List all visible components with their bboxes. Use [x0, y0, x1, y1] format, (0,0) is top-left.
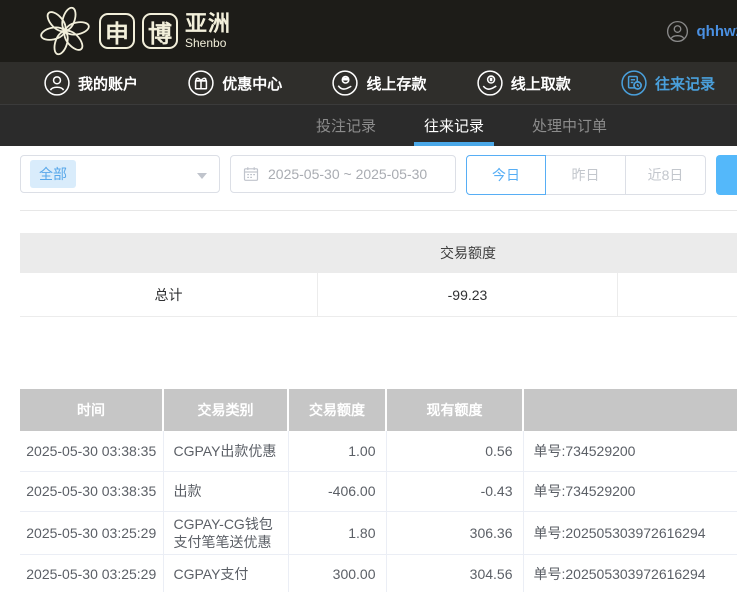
summary-total-label: 总计	[20, 273, 318, 316]
yesterday-button[interactable]: 昨日	[546, 155, 626, 195]
nav-item-withdraw[interactable]: 线上取款	[477, 70, 571, 96]
deposit-icon	[332, 70, 358, 96]
summary-table: 交易额度 总计 -99.23	[20, 233, 737, 317]
brand-wordmark: 亚洲 Shenbo	[185, 13, 231, 49]
tab-transaction-records[interactable]: 往来记录	[418, 105, 490, 146]
nav-label: 我的账户	[78, 73, 138, 94]
cell-summary: 单号:734529200	[523, 471, 737, 511]
cell-balance: -0.43	[386, 471, 523, 511]
section-divider	[20, 210, 737, 211]
user-avatar-icon	[666, 20, 689, 43]
cell-amount: 1.80	[288, 511, 386, 554]
brand-flower-icon	[38, 4, 92, 58]
col-header-type: 交易类别	[163, 389, 288, 431]
nav-label: 线上存款	[366, 73, 426, 94]
nav-item-promotions[interactable]: 优惠中心	[188, 70, 282, 96]
last-8-days-button[interactable]: 近8日	[626, 155, 706, 195]
chevron-down-icon	[197, 173, 207, 179]
brand-region-text: 亚洲	[185, 13, 231, 35]
filter-bar: 全部 2025-05-30 ~ 2025-05-30 今日 昨日 近8日	[0, 146, 737, 210]
cell-time: 2025-05-30 03:25:29	[20, 554, 163, 592]
col-header-amount: 交易额度	[288, 389, 386, 431]
account-icon	[44, 70, 70, 96]
nav-item-deposit[interactable]: 线上存款	[332, 70, 426, 96]
col-header-time: 时间	[20, 389, 163, 431]
gift-icon	[188, 70, 214, 96]
top-header: 申 博 亚洲 Shenbo qhhw2	[0, 0, 737, 62]
cell-balance: 306.36	[386, 511, 523, 554]
cell-amount: 300.00	[288, 554, 386, 592]
cell-balance: 304.56	[386, 554, 523, 592]
summary-total-row: 总计 -99.23	[20, 273, 737, 317]
summary-header-row: 交易额度	[20, 233, 737, 273]
col-header-summary: 摘要	[523, 389, 737, 431]
summary-empty-cell	[618, 273, 737, 316]
cell-amount: 1.00	[288, 431, 386, 471]
brand-char-bo: 博	[142, 13, 178, 49]
table-row: 2025-05-30 03:38:35 CGPAY出款优惠 1.00 0.56 …	[20, 431, 737, 471]
nav-item-my-account[interactable]: 我的账户	[44, 70, 138, 96]
records-table: 时间 交易类别 交易额度 现有额度 摘要 2025-05-30 03:38:35…	[20, 389, 737, 592]
cell-summary: 单号:202505303972616294	[523, 554, 737, 592]
nav-item-transaction-records[interactable]: 往来记录	[621, 70, 715, 96]
summary-total-value: -99.23	[318, 273, 618, 316]
withdraw-icon	[477, 70, 503, 96]
cell-type: CGPAY出款优惠	[163, 431, 288, 471]
nav-label: 线上取款	[511, 73, 571, 94]
cell-amount: -406.00	[288, 471, 386, 511]
records-icon	[621, 70, 647, 96]
tab-pending-orders[interactable]: 处理中订单	[526, 105, 613, 146]
brand-char-shen: 申	[99, 13, 135, 49]
today-button[interactable]: 今日	[466, 155, 546, 195]
tab-betting-records[interactable]: 投注记录	[310, 105, 382, 146]
cell-time: 2025-05-30 03:38:35	[20, 431, 163, 471]
table-row: 2025-05-30 03:25:29 CGPAY支付 300.00 304.5…	[20, 554, 737, 592]
quick-date-buttons: 今日 昨日 近8日	[466, 155, 706, 195]
calendar-icon	[243, 166, 259, 182]
cell-time: 2025-05-30 03:25:29	[20, 511, 163, 554]
cell-type: CGPAY支付	[163, 554, 288, 592]
nav-label: 优惠中心	[222, 73, 282, 94]
table-row: 2025-05-30 03:38:35 出款 -406.00 -0.43 单号:…	[20, 471, 737, 511]
type-select-tag[interactable]: 全部	[30, 160, 76, 188]
brand-latin-text: Shenbo	[185, 37, 231, 49]
cell-balance: 0.56	[386, 431, 523, 471]
nav-label: 往来记录	[655, 73, 715, 94]
date-range-input[interactable]: 2025-05-30 ~ 2025-05-30	[230, 155, 456, 193]
summary-header-amount: 交易额度	[318, 243, 618, 263]
cell-summary: 单号:202505303972616294	[523, 511, 737, 554]
records-header-row: 时间 交易类别 交易额度 现有额度 摘要	[20, 389, 737, 431]
search-button[interactable]	[716, 155, 737, 195]
records-tab-bar: 投注记录 往来记录 处理中订单	[0, 104, 737, 146]
col-header-balance: 现有额度	[386, 389, 523, 431]
account-menu[interactable]: qhhw2	[666, 0, 737, 62]
table-row: 2025-05-30 03:25:29 CGPAY-CG钱包支付笔笔送优惠 1.…	[20, 511, 737, 554]
main-navigation: 我的账户 优惠中心 线上存款 线上取款 往来记录	[0, 62, 737, 104]
type-select[interactable]: 全部	[20, 155, 220, 193]
cell-summary: 单号:734529200	[523, 431, 737, 471]
username-text[interactable]: qhhw2	[697, 23, 737, 40]
date-range-text: 2025-05-30 ~ 2025-05-30	[268, 166, 427, 182]
cell-type: CGPAY-CG钱包支付笔笔送优惠	[163, 511, 288, 554]
cell-time: 2025-05-30 03:38:35	[20, 471, 163, 511]
cell-type: 出款	[163, 471, 288, 511]
